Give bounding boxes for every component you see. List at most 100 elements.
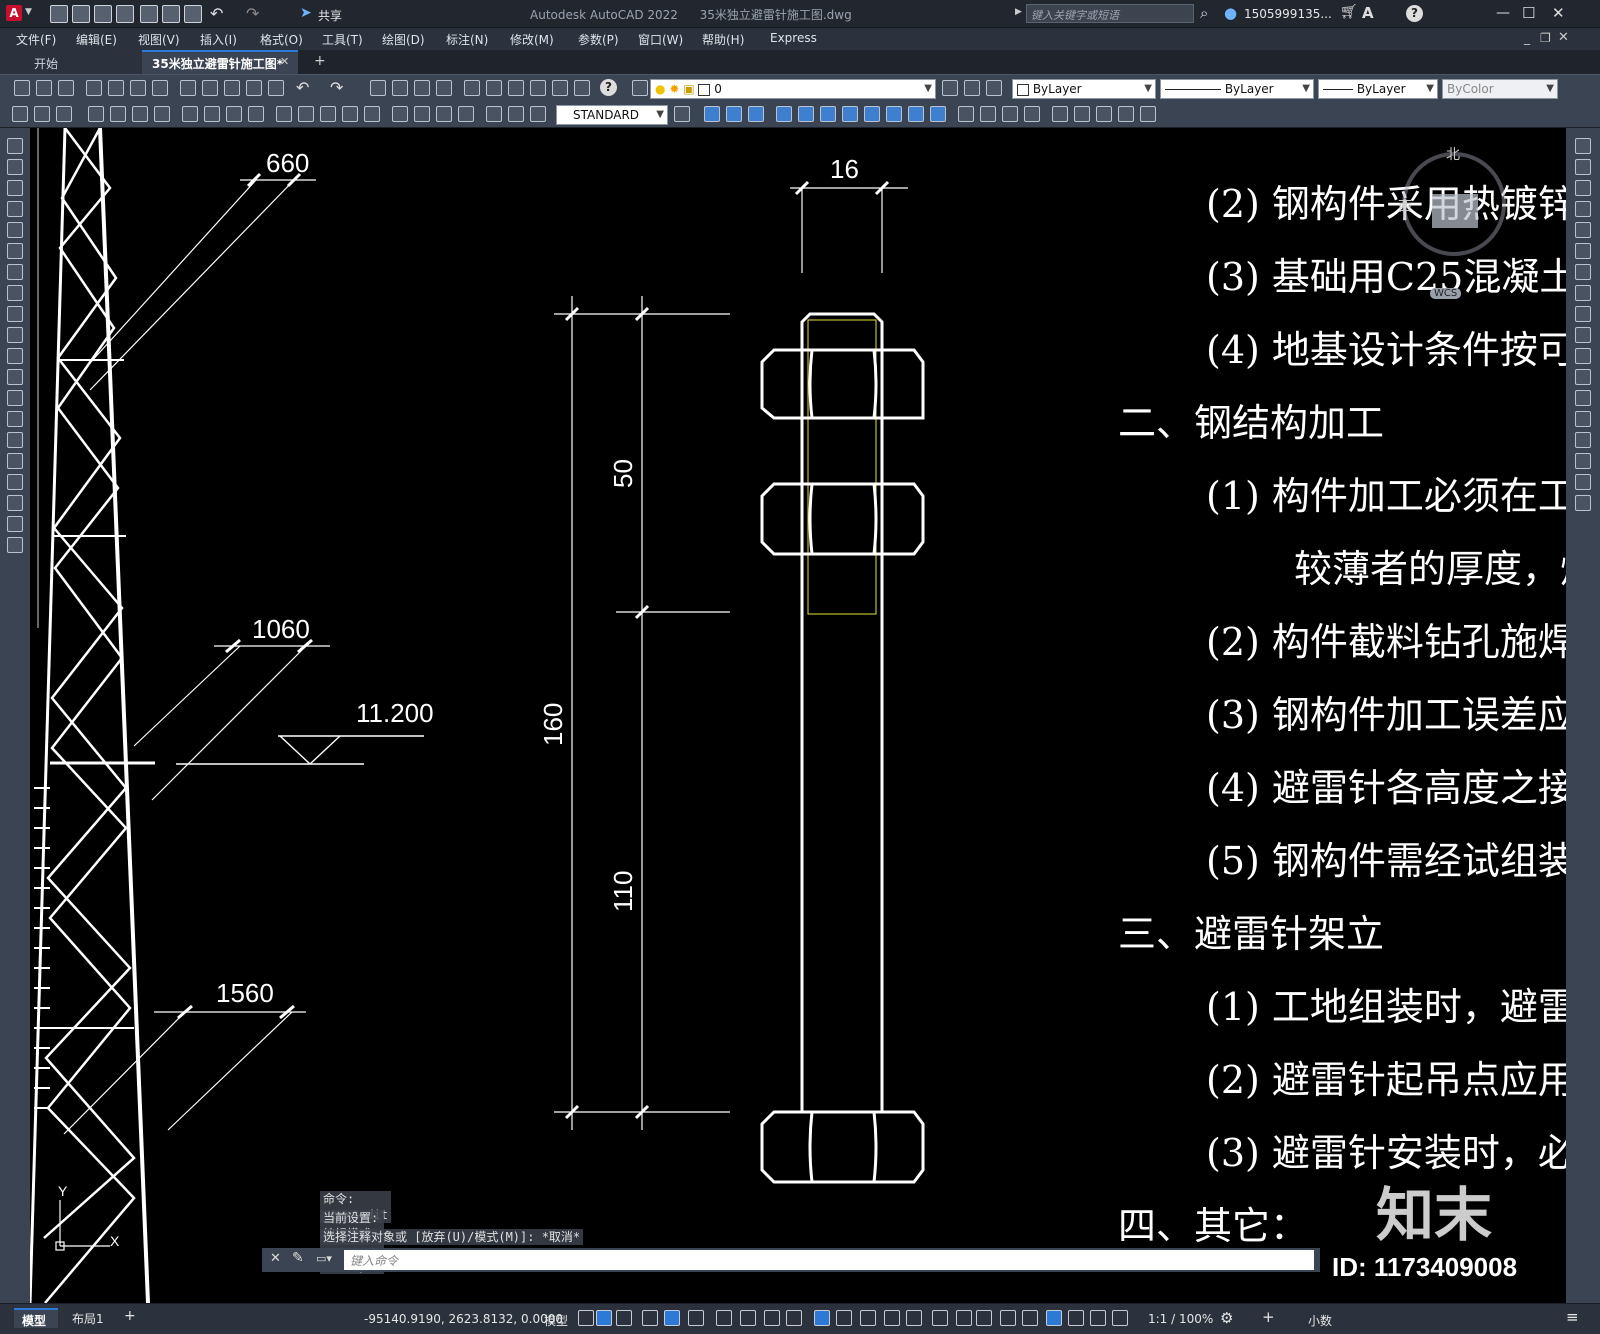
linetype-dropdown[interactable]: ByLayer ▼ bbox=[1160, 79, 1314, 99]
customize-icon[interactable]: ≡ bbox=[1566, 1308, 1579, 1326]
undo-erase-icon[interactable] bbox=[1140, 106, 1156, 122]
ordinate-dim-icon[interactable] bbox=[154, 106, 170, 122]
quick-dim-icon[interactable] bbox=[12, 106, 28, 122]
center-mark-icon[interactable] bbox=[414, 106, 430, 122]
dim-edit-icon[interactable] bbox=[486, 106, 502, 122]
arc-length-icon[interactable] bbox=[132, 106, 148, 122]
search-input[interactable]: 键入关键字或短语 bbox=[1026, 4, 1194, 23]
rectangle-icon[interactable] bbox=[7, 222, 23, 238]
menu-tools[interactable]: 工具(T) bbox=[322, 31, 363, 48]
rotate-icon[interactable] bbox=[1575, 264, 1591, 280]
add-layout-button[interactable]: + bbox=[124, 1308, 136, 1324]
compass-north[interactable]: 北 bbox=[1446, 144, 1460, 164]
view-back-icon[interactable] bbox=[726, 106, 742, 122]
tab-start[interactable]: 开始 bbox=[0, 50, 142, 74]
grid-toggle-icon[interactable] bbox=[578, 1310, 594, 1326]
transparency-toggle-icon[interactable] bbox=[786, 1310, 802, 1326]
mirror-icon[interactable] bbox=[1575, 180, 1591, 196]
wcs-button[interactable]: WCS bbox=[1430, 288, 1462, 299]
ellipse-arc-icon[interactable] bbox=[7, 348, 23, 364]
quick-dimension-icon[interactable] bbox=[276, 106, 292, 122]
settings-icon[interactable]: ⚙ bbox=[1220, 1309, 1233, 1327]
export-icon[interactable] bbox=[162, 5, 180, 23]
snap-toggle-icon[interactable] bbox=[596, 1310, 612, 1326]
dynamic-ucs-toggle-icon[interactable] bbox=[860, 1310, 876, 1326]
extend-icon[interactable] bbox=[886, 106, 902, 122]
block-editor-icon[interactable] bbox=[268, 80, 284, 96]
layer-dropdown[interactable]: ● ✹ ▣ 0 ▼ bbox=[650, 79, 936, 99]
mirror-icon[interactable] bbox=[1074, 106, 1090, 122]
menu-express[interactable]: Express bbox=[770, 31, 817, 45]
gizmo-toggle-icon[interactable] bbox=[906, 1310, 922, 1326]
erase-icon[interactable] bbox=[1575, 138, 1591, 154]
help-icon[interactable]: ? bbox=[1406, 5, 1423, 22]
circle-icon[interactable] bbox=[7, 264, 23, 280]
polyline-icon[interactable] bbox=[7, 180, 23, 196]
dim-text-edit-icon[interactable] bbox=[508, 106, 524, 122]
jogged-linear-icon[interactable] bbox=[458, 106, 474, 122]
search-expand-icon[interactable]: ▶ bbox=[1015, 7, 1022, 17]
table-icon[interactable] bbox=[7, 495, 23, 511]
view-front-icon[interactable] bbox=[704, 106, 720, 122]
scale-icon[interactable] bbox=[820, 106, 836, 122]
dim-space-icon[interactable] bbox=[342, 106, 358, 122]
array-icon[interactable] bbox=[1024, 106, 1040, 122]
offset-icon[interactable] bbox=[1575, 201, 1591, 217]
help-icon[interactable]: ? bbox=[600, 79, 617, 96]
undo-icon[interactable]: ↶ bbox=[210, 4, 223, 23]
polygon-icon[interactable] bbox=[7, 201, 23, 217]
user-name[interactable]: 1505999135... bbox=[1244, 7, 1332, 21]
quickcalc-icon[interactable] bbox=[574, 80, 590, 96]
menu-insert[interactable]: 插入(I) bbox=[200, 31, 237, 48]
copy-icon[interactable] bbox=[1575, 159, 1591, 175]
publish-icon[interactable] bbox=[140, 5, 158, 23]
menu-window[interactable]: 窗口(W) bbox=[638, 31, 683, 48]
sheet-set-icon[interactable] bbox=[530, 80, 546, 96]
new-icon[interactable] bbox=[14, 80, 30, 96]
command-input[interactable]: 键入命令 bbox=[344, 1250, 1314, 1270]
chevron-down-icon[interactable]: ▼ bbox=[25, 7, 32, 17]
array-icon[interactable] bbox=[1575, 222, 1591, 238]
selection-cycling-toggle-icon[interactable] bbox=[814, 1310, 830, 1326]
text-style-dropdown[interactable]: STANDARD ▼ bbox=[556, 105, 668, 125]
add-selected-icon[interactable] bbox=[7, 537, 23, 553]
radius-dim-icon[interactable] bbox=[182, 106, 198, 122]
command-close-icon[interactable]: ✕ bbox=[270, 1251, 281, 1266]
hardware-acceleration-toggle-icon[interactable] bbox=[1112, 1310, 1128, 1326]
stretch-icon[interactable] bbox=[842, 106, 858, 122]
layers-icon[interactable] bbox=[56, 106, 72, 122]
coordinates-readout[interactable]: -95140.9190, 2623.8132, 0.0000 bbox=[364, 1312, 563, 1326]
ellipse-icon[interactable] bbox=[7, 327, 23, 343]
erase-icon[interactable] bbox=[1118, 106, 1134, 122]
new-tab-button[interactable]: + bbox=[314, 53, 326, 69]
tab-drawing[interactable]: 35米独立避雷针施工图* ✕ bbox=[142, 50, 298, 74]
object-snap-tracking-toggle-icon[interactable] bbox=[716, 1310, 732, 1326]
ortho-toggle-icon[interactable] bbox=[642, 1310, 658, 1326]
doc-minimize-icon[interactable]: _ bbox=[1524, 31, 1530, 45]
gradient-icon[interactable] bbox=[7, 453, 23, 469]
isodraft-toggle-icon[interactable] bbox=[688, 1310, 704, 1326]
workspace-icon[interactable] bbox=[34, 106, 50, 122]
share-button[interactable]: 共享 bbox=[318, 7, 342, 24]
match-properties-icon[interactable] bbox=[246, 80, 262, 96]
break-at-point-icon[interactable] bbox=[1575, 369, 1591, 385]
polar-toggle-icon[interactable] bbox=[664, 1310, 680, 1326]
workspace-toggle-icon[interactable] bbox=[976, 1310, 992, 1326]
design-center-icon[interactable] bbox=[486, 80, 502, 96]
quick-properties-toggle-icon[interactable] bbox=[1046, 1310, 1062, 1326]
make-current-layer-icon[interactable] bbox=[942, 80, 958, 96]
open-icon[interactable] bbox=[36, 80, 52, 96]
print-icon[interactable] bbox=[184, 5, 202, 23]
autocad-logo-icon[interactable]: A bbox=[6, 5, 22, 21]
menu-view[interactable]: 视图(V) bbox=[138, 31, 180, 48]
dim-style-icon[interactable] bbox=[674, 106, 690, 122]
doc-close-icon[interactable]: ✕ bbox=[1558, 30, 1569, 45]
cart-icon[interactable]: 🛒︎ bbox=[1340, 4, 1358, 20]
zoom-previous-icon[interactable] bbox=[436, 80, 452, 96]
break-icon[interactable] bbox=[908, 106, 924, 122]
hatch-icon[interactable] bbox=[7, 432, 23, 448]
point-icon[interactable] bbox=[7, 411, 23, 427]
stretch-icon[interactable] bbox=[1575, 306, 1591, 322]
command-customize-icon[interactable]: ✎ bbox=[292, 1250, 304, 1266]
markup-icon[interactable] bbox=[552, 80, 568, 96]
